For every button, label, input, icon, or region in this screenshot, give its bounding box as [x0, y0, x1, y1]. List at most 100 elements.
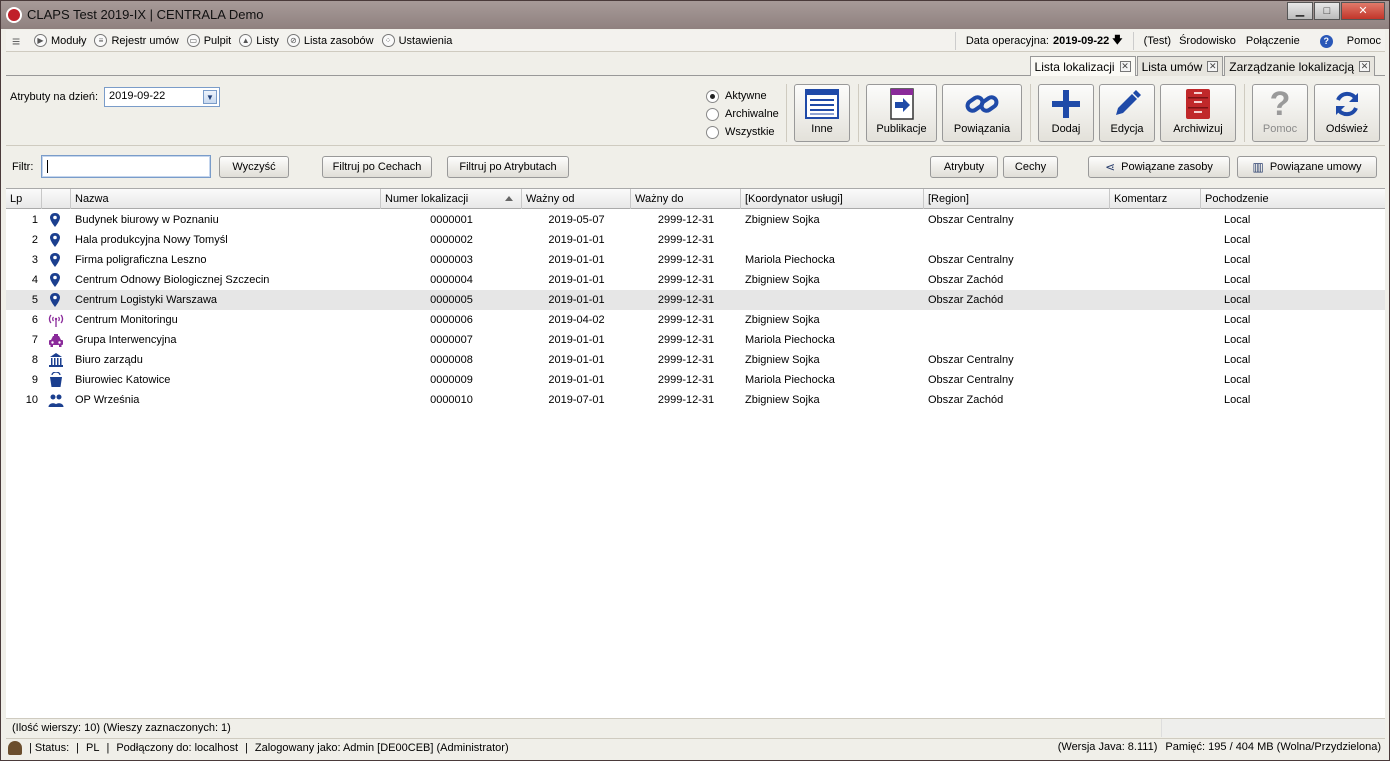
pomoc-button[interactable]: ? Pomoc — [1252, 84, 1308, 142]
cell-koordynator — [741, 290, 924, 310]
filter-by-attributes-button[interactable]: Filtruj po Atrybutach — [447, 156, 569, 178]
maximize-button[interactable]: □ — [1314, 2, 1340, 20]
dodaj-button[interactable]: Dodaj — [1038, 84, 1094, 142]
tab-lista-umow[interactable]: Lista umów ✕ — [1136, 56, 1224, 76]
cell-koordynator: Zbigniew Sojka — [745, 214, 820, 226]
table-row[interactable]: 2 Hala produkcyjna Nowy Tomyśl 0000002 2019… — [6, 230, 1385, 250]
operational-date-value[interactable]: 2019-09-22 — [1053, 35, 1109, 47]
header-nazwa[interactable]: Nazwa — [71, 189, 381, 209]
attributes-date-combo[interactable]: 2019-09-22 ▼ — [104, 87, 220, 107]
table-row[interactable]: 7 Grupa Interwencyjna 0000007 2019-01-01 299… — [6, 330, 1385, 350]
logged-user: Zalogowany jako: Admin [DE00CEB] (Admini… — [254, 742, 509, 754]
cell-komentarz — [1110, 330, 1201, 350]
cell-numer: 0000009 — [430, 374, 473, 386]
chevron-down-icon[interactable]: ▼ — [203, 90, 217, 104]
publikacje-button[interactable]: Publikacje — [866, 84, 937, 142]
header-komentarz[interactable]: Komentarz — [1110, 189, 1201, 209]
close-tab-icon[interactable]: ✕ — [1119, 61, 1131, 72]
tab-lista-lokalizacji[interactable]: Lista lokalizacji ✕ — [1029, 56, 1136, 76]
filter-by-features-button[interactable]: Filtruj po Cechach — [322, 156, 432, 178]
sort-ascending-icon — [505, 196, 513, 201]
cell-wazny-do: 2999-12-31 — [657, 234, 715, 246]
header-koordynator[interactable]: [Koordynator usługi] — [741, 189, 924, 209]
atrybuty-button[interactable]: Atrybuty — [930, 156, 998, 178]
menu-rejestr-umow[interactable]: ≡ Rejestr umów — [94, 34, 179, 47]
clear-button[interactable]: Wyczyść — [219, 156, 289, 178]
menu-pomoc[interactable]: ? Pomoc — [1310, 34, 1381, 48]
cechy-button[interactable]: Cechy — [1003, 156, 1058, 178]
header-wazny-od[interactable]: Ważny od — [522, 189, 631, 209]
close-button[interactable]: ✕ — [1341, 2, 1385, 20]
inne-button[interactable]: Inne — [794, 84, 850, 142]
table-row[interactable]: 10 OP Września 0000010 2019-07-01 2999-12-31… — [6, 390, 1385, 410]
menu-polaczenie[interactable]: Połączenie — [1246, 35, 1300, 47]
menu-srodowisko[interactable]: Środowisko — [1179, 35, 1236, 47]
arrow-down-icon[interactable]: 🡇 — [1112, 33, 1122, 50]
filter-input[interactable] — [41, 155, 211, 178]
java-version: (Wersja Java: 8.111) — [1057, 741, 1158, 753]
attributes-date-label: Atrybuty na dzień: — [10, 91, 99, 103]
toolbar-separator — [1030, 84, 1031, 142]
menu-pulpit[interactable]: ▭ Pulpit — [186, 34, 231, 47]
header-lp[interactable]: Lp — [6, 189, 42, 209]
radio-aktywne[interactable]: Aktywne — [706, 87, 779, 105]
cell-koordynator — [741, 230, 924, 250]
table-row[interactable]: 4 Centrum Odnowy Biologicznej Szczecin 000… — [6, 270, 1385, 290]
table-row[interactable]: 6 Centrum Monitoringu 0000006 2019-04-02 299… — [6, 310, 1385, 330]
edycja-button[interactable]: Edycja — [1099, 84, 1155, 142]
cell-koordynator: Mariola Piechocka — [745, 334, 835, 346]
cell-pochodzenie: Local — [1224, 234, 1251, 246]
header-pochodzenie[interactable]: Pochodzenie — [1201, 189, 1385, 209]
title-bar[interactable]: CLAPS Test 2019-IX | CENTRALA Demo ▁ □ ✕ — [1, 1, 1389, 29]
close-tab-icon[interactable]: ✕ — [1359, 61, 1370, 72]
cell-region: Obszar Centralny — [928, 214, 1014, 226]
cell-koordynator: Zbigniew Sojka — [745, 354, 820, 366]
odswiez-button[interactable]: Odśwież — [1314, 84, 1380, 142]
table-row[interactable]: 1 Budynek biurowy w Poznaniu 0000001 2019-0… — [6, 210, 1385, 230]
cell-komentarz — [1110, 350, 1201, 370]
minimize-button[interactable]: ▁ — [1287, 2, 1313, 20]
list-document-icon — [795, 85, 849, 123]
radio-archiwalne[interactable]: Archiwalne — [706, 105, 779, 123]
cell-komentarz — [1110, 230, 1201, 250]
close-tab-icon[interactable]: ✕ — [1207, 61, 1219, 72]
linked-resources-button[interactable]: ⋖ Powiązane zasoby — [1088, 156, 1230, 178]
linked-contracts-button[interactable]: ▥ Powiązane umowy — [1237, 156, 1377, 178]
monitor-icon: ▭ — [186, 34, 200, 47]
cell-wazny-do: 2999-12-31 — [657, 274, 715, 286]
archiwizuj-button[interactable]: Archiwizuj — [1160, 84, 1236, 142]
connection-status: Podłączony do: localhost — [116, 742, 239, 754]
table-row[interactable]: 5 Centrum Logistyki Warszawa 0000005 2019-0… — [6, 290, 1385, 310]
cell-lp: 7 — [31, 334, 38, 346]
cell-wazny-do: 2999-12-31 — [657, 334, 715, 346]
header-icon[interactable] — [42, 189, 71, 209]
menu-ustawienia[interactable]: ⁘ Ustawienia — [381, 34, 452, 47]
cell-wazny-od: 2019-01-01 — [548, 294, 605, 306]
powiazania-button[interactable]: Powiązania — [942, 84, 1022, 142]
cell-koordynator: Mariola Piechocka — [745, 374, 835, 386]
tab-zarzadzanie-lokalizacja[interactable]: Zarządzanie lokalizacją ✕ — [1224, 56, 1375, 76]
menu-listy[interactable]: ▲ Listy — [239, 34, 279, 47]
cell-wazny-od: 2019-01-01 — [548, 334, 605, 346]
user-icon — [8, 741, 22, 755]
table-row[interactable]: 9 Biurowiec Katowice 0000009 2019-01-01 2999… — [6, 370, 1385, 390]
menu-lista-zasobow[interactable]: ⊘ Lista zasobów — [286, 34, 374, 47]
app-window: CLAPS Test 2019-IX | CENTRALA Demo ▁ □ ✕… — [0, 0, 1390, 761]
share-nodes-icon: ⋖ — [1105, 160, 1116, 174]
menu-moduly[interactable]: ▶ Moduły — [34, 34, 86, 47]
cell-wazny-do: 2999-12-31 — [657, 294, 715, 306]
cell-wazny-od: 2019-05-07 — [548, 214, 605, 226]
table-row[interactable]: 3 Firma poligraficzna Leszno 0000003 2019-0… — [6, 250, 1385, 270]
resources-icon: ⊘ — [286, 34, 300, 47]
cell-wazny-od: 2019-01-01 — [548, 254, 605, 266]
hamburger-icon[interactable]: ≡ — [12, 34, 26, 48]
header-wazny-do[interactable]: Ważny do — [631, 189, 741, 209]
radio-wszystkie[interactable]: Wszystkie — [706, 123, 779, 141]
cell-komentarz — [1110, 210, 1201, 230]
menu-separator — [954, 32, 956, 50]
horizontal-scrollbar[interactable] — [1161, 719, 1385, 737]
header-region[interactable]: [Region] — [924, 189, 1110, 209]
header-numer[interactable]: Numer lokalizacji — [381, 189, 522, 209]
cell-pochodzenie: Local — [1224, 374, 1251, 386]
table-row[interactable]: 8 Biuro zarządu 0000008 2019-01-01 2999-12-3… — [6, 350, 1385, 370]
